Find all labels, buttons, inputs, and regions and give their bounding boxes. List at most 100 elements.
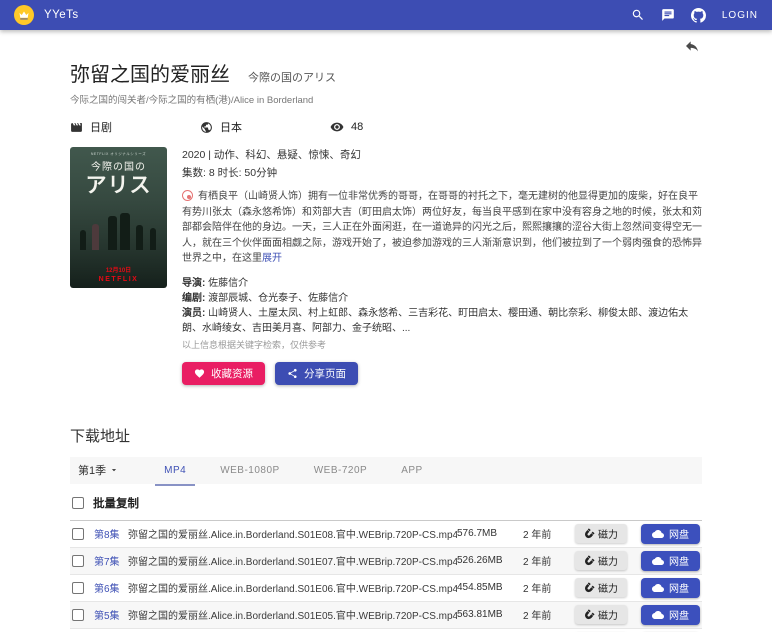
original-title: 今際の国のアリス [248, 72, 336, 84]
writer-line: 编剧: 渡部辰城、仓光泰子、佐藤信介 [182, 291, 702, 306]
eye-icon [330, 122, 344, 132]
meta-views: 48 [330, 120, 460, 134]
episode-link[interactable]: 第7集 [94, 553, 128, 568]
table-row: 第6集 弥留之国的爱丽丝.Alice.in.Borderland.S01E06.… [70, 575, 702, 602]
pan-button[interactable]: 网盘 [641, 604, 700, 625]
upload-age: 2 年前 [523, 584, 552, 595]
tab-mp4[interactable]: MP4 [147, 457, 203, 486]
tab-web-720p[interactable]: WEB-720P [297, 457, 384, 484]
app-bar: YYeTs LOGIN [0, 0, 772, 30]
cast-line: 演员: 山崎贤人、土屋太凤、村上虹郎、森永悠希、三吉彩花、町田启太、樱田通、朝比… [182, 306, 702, 336]
director-label: 导演: [182, 277, 206, 289]
poster-title-line2: アリス [85, 173, 152, 197]
episode-link[interactable]: 第6集 [94, 580, 128, 595]
chevron-down-icon [112, 469, 117, 472]
file-size: 576.7MB [457, 528, 498, 539]
quality-tabs: MP4 WEB-1080P WEB-720P APP [147, 457, 440, 486]
episode-link[interactable]: 第8集 [94, 526, 128, 541]
director-name: 佐藤信介 [208, 277, 249, 289]
favorite-label: 收藏资源 [211, 367, 253, 380]
table-row: 第8集 弥留之国的爱丽丝.Alice.in.Borderland.S01E08.… [70, 521, 702, 548]
synopsis: 有栖良平（山崎贤人饰）拥有一位非常优秀的哥哥，在哥哥的衬托之下，毫无建树的他显得… [182, 189, 702, 267]
search-icon[interactable] [631, 8, 645, 22]
meta-region: 日本 [200, 119, 330, 135]
cast-label: 演员: [182, 307, 206, 319]
pan-button[interactable]: 网盘 [641, 523, 700, 544]
tab-web-1080p[interactable]: WEB-1080P [203, 457, 297, 484]
globe-icon [201, 121, 212, 133]
brand-name[interactable]: YYeTs [44, 9, 79, 21]
table-row: 第4集 弥留之国的爱丽丝.Alice.in.Borderland.S01E04.… [70, 629, 702, 632]
share-icon [288, 368, 297, 378]
magnet-label: 磁力 [598, 530, 618, 541]
pan-label: 网盘 [669, 584, 689, 595]
magnet-label: 磁力 [598, 557, 618, 568]
magnet-button[interactable]: 磁力 [575, 524, 627, 543]
meta-type: 日剧 [70, 119, 200, 135]
expand-link[interactable]: 展开 [262, 253, 282, 264]
episode-table: 第8集 弥留之国的爱丽丝.Alice.in.Borderland.S01E08.… [70, 519, 702, 632]
row-checkbox[interactable] [72, 527, 84, 540]
magnet-icon [584, 581, 595, 592]
share-label: 分享页面 [304, 367, 346, 380]
crown-logo-icon[interactable] [14, 5, 34, 25]
tab-app[interactable]: APP [384, 457, 440, 484]
filename: 弥留之国的爱丽丝.Alice.in.Borderland.S01E05.官中.W… [128, 611, 457, 622]
meta-type-label: 日剧 [90, 122, 112, 134]
writer-label: 编剧: [182, 292, 206, 304]
meta-row: 日剧 日本 48 [70, 119, 702, 135]
writer-names: 渡部辰城、仓光泰子、佐藤信介 [208, 292, 349, 304]
pan-button[interactable]: 网盘 [641, 577, 700, 598]
poster-date: 12月10日 [105, 268, 132, 274]
github-icon[interactable] [690, 7, 706, 23]
chat-icon[interactable] [661, 8, 675, 22]
netflix-logo: NETFLIX [98, 276, 139, 283]
downloads-heading: 下载地址 [70, 427, 131, 445]
quality-tabs-bar: 第1季 MP4 WEB-1080P WEB-720P APP [70, 456, 702, 486]
filename: 弥留之国的爱丽丝.Alice.in.Borderland.S01E06.官中.W… [128, 584, 457, 595]
row-checkbox[interactable] [72, 608, 84, 621]
episode-link[interactable]: 第5集 [94, 607, 128, 622]
magnet-button[interactable]: 磁力 [575, 578, 627, 597]
poster-caption: NETFLIX オリジナルシリーズ [90, 152, 147, 156]
login-button[interactable]: LOGIN [722, 10, 758, 21]
credits: 导演: 佐藤信介 编剧: 渡部辰城、仓光泰子、佐藤信介 演员: 山崎贤人、土屋太… [182, 276, 702, 336]
filename: 弥留之国的爱丽丝.Alice.in.Borderland.S01E07.官中.W… [128, 557, 457, 568]
table-row: 第5集 弥留之国的爱丽丝.Alice.in.Borderland.S01E05.… [70, 601, 702, 629]
disc-icon [182, 190, 193, 201]
cloud-icon [652, 556, 664, 565]
view-count: 48 [351, 121, 364, 133]
file-size: 563.81MB [457, 609, 503, 620]
file-size: 454.85MB [457, 582, 503, 593]
batch-checkbox[interactable] [72, 496, 84, 509]
disclaimer: 以上信息根据关键字检索，仅供参考 [182, 339, 327, 350]
batch-copy-row: 批量复制 [70, 484, 702, 520]
page-title: 弥留之国的爱丽丝 [70, 64, 230, 86]
pan-label: 网盘 [669, 611, 689, 622]
cloud-icon [652, 610, 664, 619]
row-checkbox[interactable] [72, 581, 84, 594]
row-checkbox[interactable] [72, 554, 84, 567]
main-content: 弥留之国的爱丽丝 今際の国のアリス 今际之国的闯关者/今际之国的有栖(港)/Al… [0, 30, 772, 632]
magnet-label: 磁力 [598, 584, 618, 595]
magnet-button[interactable]: 磁力 [575, 551, 627, 570]
cloud-icon [652, 583, 664, 592]
file-size: 526.26MB [457, 555, 503, 566]
magnet-icon [584, 554, 595, 565]
upload-age: 2 年前 [523, 530, 552, 541]
year-genres: 2020 | 动作、科幻、悬疑、惊悚、奇幻 [182, 149, 361, 161]
table-row: 第7集 弥留之国的爱丽丝.Alice.in.Borderland.S01E07.… [70, 547, 702, 575]
magnet-icon [584, 608, 595, 619]
synopsis-text: 有栖良平（山崎贤人饰）拥有一位非常优秀的哥哥，在哥哥的衬托之下，毫无建树的他显得… [182, 191, 702, 264]
season-select[interactable]: 第1季 [70, 457, 129, 484]
alias-titles: 今际之国的闯关者/今际之国的有栖(港)/Alice in Borderland [70, 95, 314, 106]
favorite-button[interactable]: 收藏资源 [182, 361, 265, 385]
pan-button[interactable]: 网盘 [641, 550, 700, 571]
magnet-button[interactable]: 磁力 [575, 605, 627, 624]
back-icon[interactable] [684, 38, 700, 57]
magnet-label: 磁力 [598, 611, 618, 622]
upload-age: 2 年前 [523, 557, 552, 568]
cloud-icon [652, 529, 664, 538]
filename: 弥留之国的爱丽丝.Alice.in.Borderland.S01E08.官中.W… [128, 530, 457, 541]
share-button[interactable]: 分享页面 [275, 361, 358, 385]
